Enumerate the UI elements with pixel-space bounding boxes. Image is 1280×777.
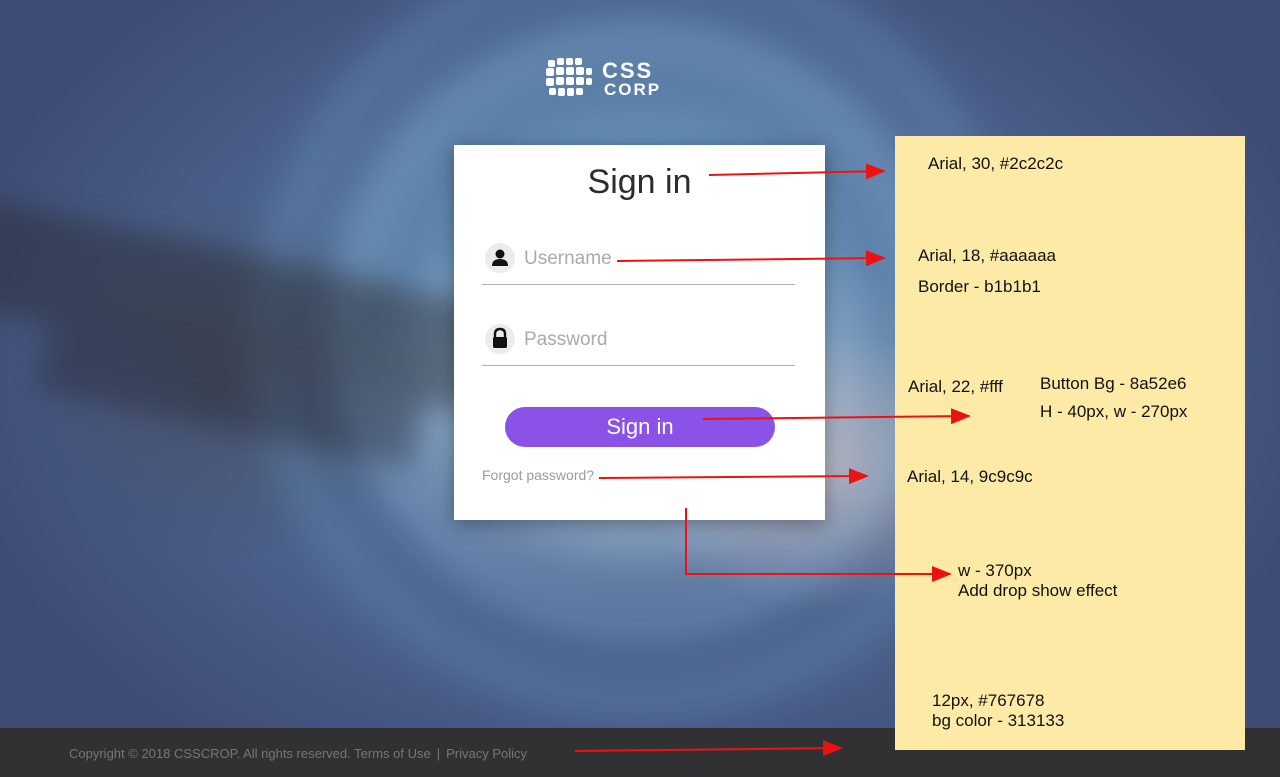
note-button-font: Arial, 22, #fff: [908, 377, 1003, 396]
note-footer-font: 12px, #767678: [932, 691, 1045, 710]
note-link-spec: Arial, 14, 9c9c9c: [907, 467, 1033, 486]
signin-button[interactable]: Sign in: [505, 407, 775, 447]
username-field[interactable]: [482, 241, 795, 285]
footer-text: Copyright © 2018 CSSCROP. All rights res…: [69, 746, 527, 761]
note-footer-bg: bg color - 313133: [932, 711, 1065, 730]
design-spec-note: Arial, 30, #2c2c2c Arial, 18, #aaaaaa Bo…: [895, 136, 1245, 750]
note-card-shadow: Add drop show effect: [958, 581, 1118, 600]
note-input-spec: Arial, 18, #aaaaaa: [918, 246, 1056, 265]
user-icon: [485, 243, 515, 273]
signin-title: Sign in: [587, 163, 692, 201]
note-title-spec: Arial, 30, #2c2c2c: [928, 154, 1064, 173]
note-input-border: Border - b1b1b1: [918, 277, 1041, 296]
signin-card: Sign in Sign in Forgot password?: [454, 145, 825, 520]
note-button-size: H - 40px, w - 270px: [1040, 402, 1188, 421]
logo-grid-icon: CSS CORP: [546, 58, 661, 99]
lock-icon: [485, 324, 515, 354]
copyright-text: Copyright © 2018 CSSCROP. All rights res…: [69, 746, 351, 761]
note-card-width: w - 370px: [958, 561, 1032, 580]
terms-of-use-link[interactable]: Terms of Use: [354, 746, 431, 761]
privacy-policy-link[interactable]: Privacy Policy: [446, 746, 527, 761]
password-field[interactable]: [482, 322, 795, 366]
note-button-bg: Button Bg - 8a52e6: [1040, 374, 1187, 393]
footer-separator: |: [436, 746, 441, 761]
forgot-password-link[interactable]: Forgot password?: [482, 467, 594, 483]
logo-text-corp: CORP: [604, 80, 661, 98]
password-input[interactable]: [524, 325, 784, 355]
username-input[interactable]: [524, 244, 784, 274]
csscorp-logo: CSS CORP: [546, 58, 712, 99]
